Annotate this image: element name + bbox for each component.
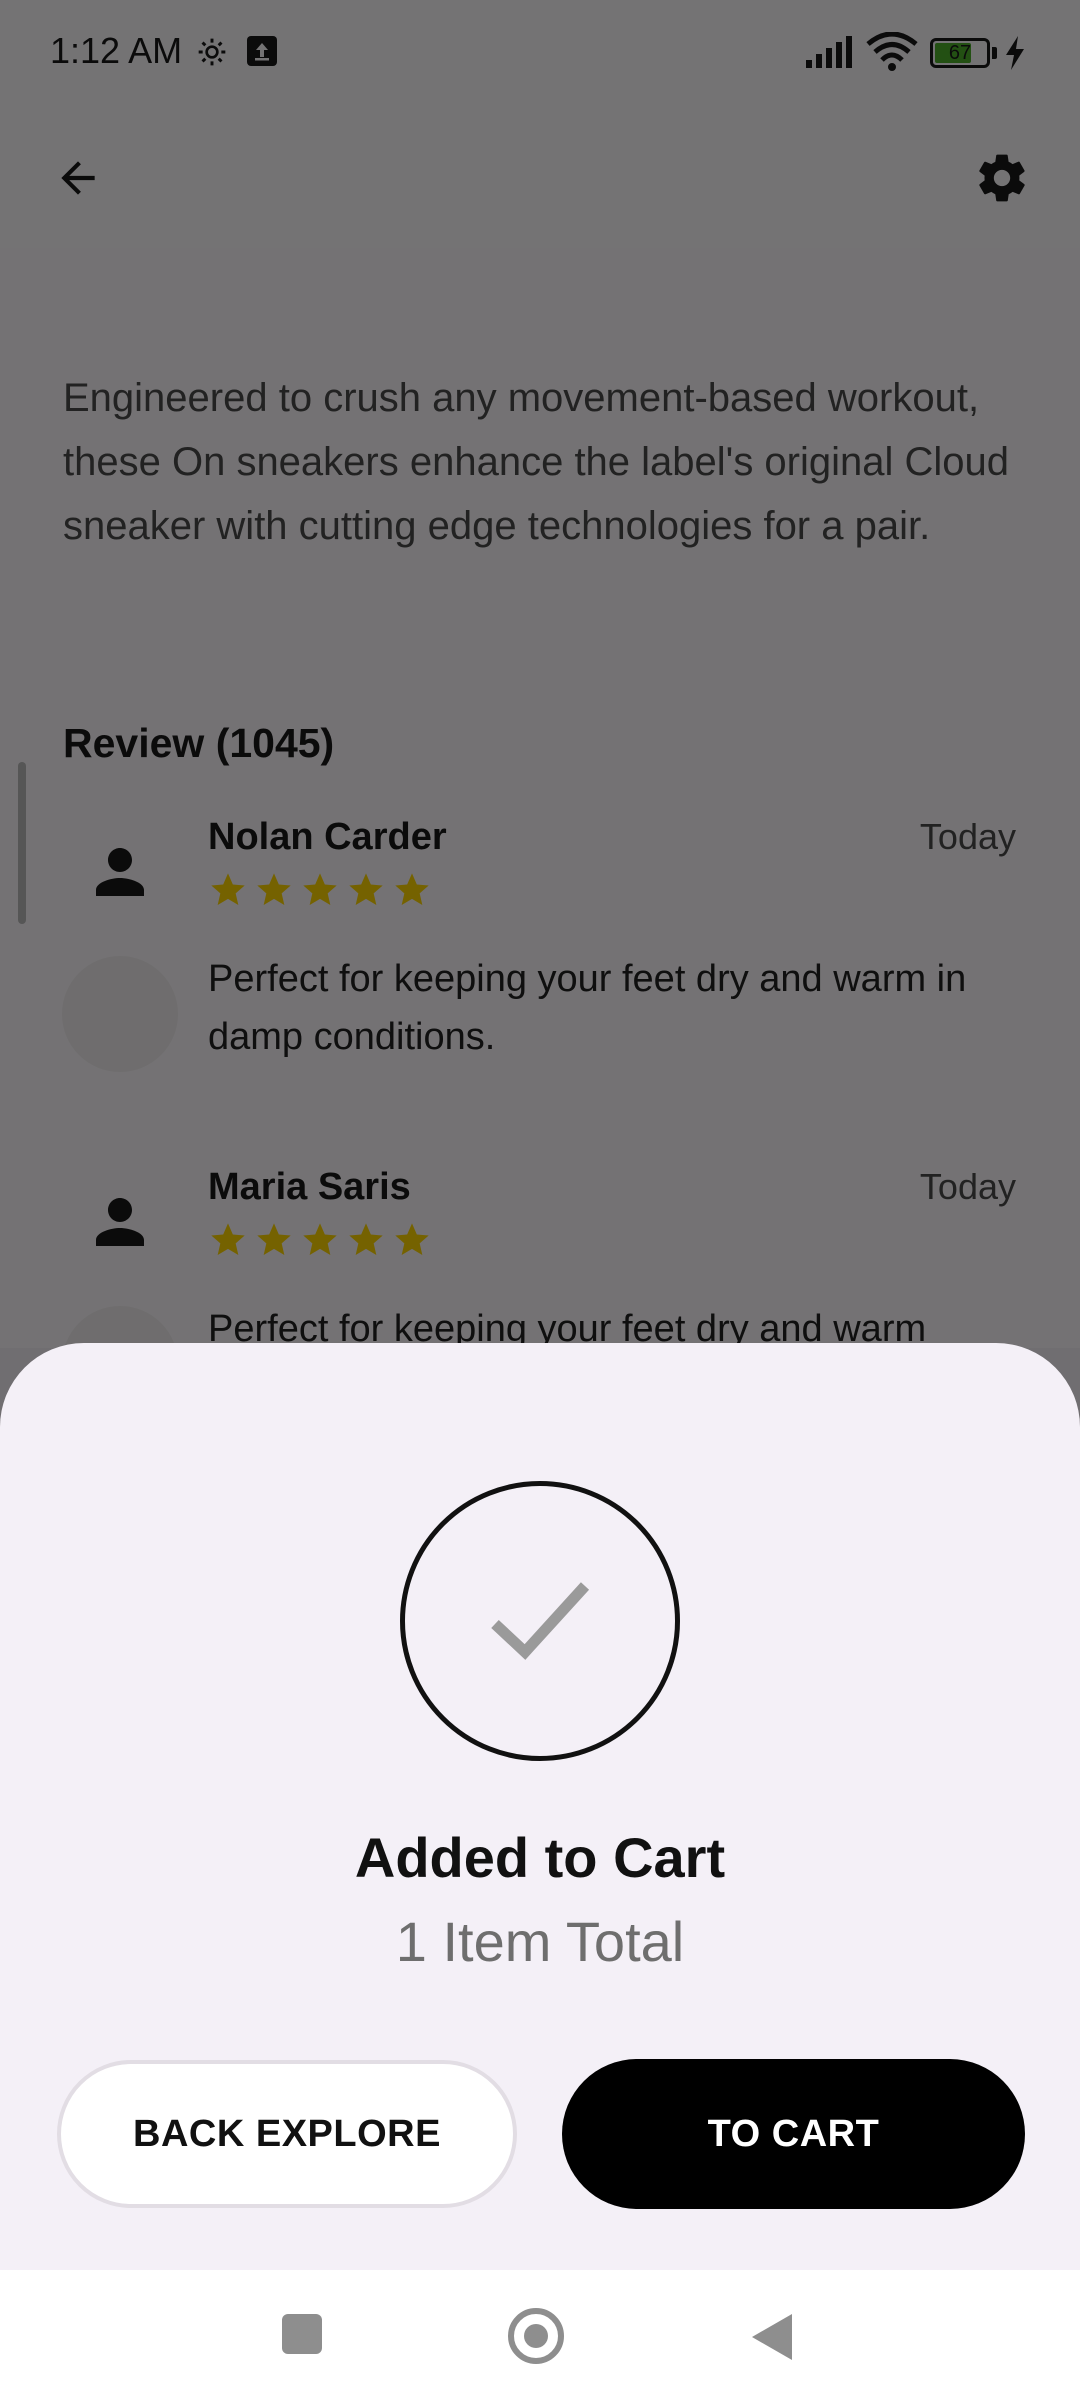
star-icon (303, 873, 337, 905)
item-total-text: 1 Item Total (395, 1910, 685, 1973)
star-icon (395, 1223, 429, 1255)
avatar-placeholder (62, 956, 178, 1072)
scroll-indicator[interactable] (18, 762, 26, 924)
sheet-title: Added to Cart (354, 1826, 726, 1889)
back-icon[interactable] (750, 2312, 794, 2362)
review-date: Today (919, 816, 1016, 857)
star-rating (208, 1220, 432, 1260)
star-icon (395, 873, 429, 905)
app-bar (0, 108, 1080, 248)
home-icon[interactable] (508, 2308, 564, 2364)
to-cart-button[interactable]: TO CART (562, 2059, 1025, 2209)
battery-level: 67 (948, 42, 972, 64)
person-icon (96, 1198, 144, 1246)
star-icon (211, 1223, 245, 1255)
battery-icon: 67 (930, 38, 990, 68)
person-icon (96, 848, 144, 896)
star-icon (257, 1223, 291, 1255)
arrow-left-icon (61, 161, 95, 195)
gear-icon (979, 154, 1025, 202)
success-indicator (400, 1481, 680, 1761)
wifi-icon (866, 32, 918, 71)
upload-icon (247, 36, 277, 66)
checkmark-icon (491, 1582, 590, 1660)
charging-icon (1006, 36, 1024, 70)
star-icon (303, 1223, 337, 1255)
review-text: Perfect for keeping your feet dry and wa… (208, 958, 967, 1058)
star-icon (257, 873, 291, 905)
status-time: 1:12 AM (50, 30, 183, 71)
back-button[interactable] (44, 144, 112, 212)
status-bar: 1:12 AM 67 (0, 0, 1080, 108)
review-date: Today (919, 1166, 1016, 1207)
gear-icon (198, 38, 226, 66)
signal-icon (806, 36, 852, 68)
settings-button[interactable] (968, 144, 1036, 212)
review-section-title: Review (1045) (63, 720, 335, 766)
product-description: Engineered to crush any movement-based w… (63, 376, 1010, 548)
star-icon (349, 1223, 383, 1255)
recents-icon[interactable] (282, 2314, 322, 2354)
back-explore-button[interactable]: BACK EXPLORE (57, 2060, 517, 2208)
system-nav-bar (0, 2270, 1080, 2400)
added-to-cart-sheet: Added to Cart 1 Item Total BACK EXPLORE … (0, 1343, 1080, 2270)
reviewer-name: Nolan Carder (208, 816, 447, 858)
reviewer-name: Maria Saris (208, 1166, 411, 1208)
star-icon (349, 873, 383, 905)
star-rating (208, 870, 432, 910)
star-icon (211, 873, 245, 905)
product-content: Engineered to crush any movement-based w… (0, 248, 1080, 1422)
